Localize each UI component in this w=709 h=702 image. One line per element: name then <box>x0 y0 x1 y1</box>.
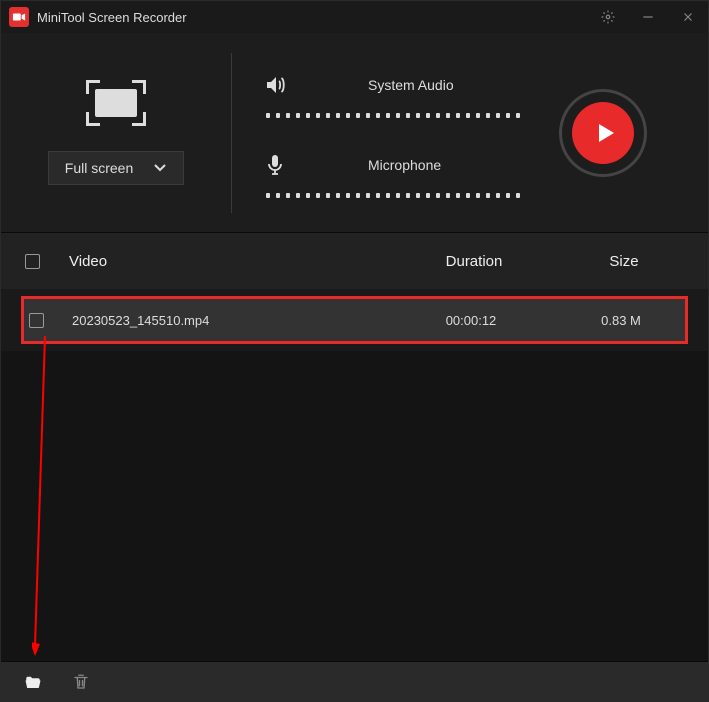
column-header-video: Video <box>61 253 384 270</box>
microphone-label: Microphone <box>368 157 441 173</box>
folder-icon <box>24 673 42 691</box>
delete-button[interactable] <box>71 672 91 692</box>
select-all-checkbox[interactable] <box>25 254 40 269</box>
microphone-control[interactable]: Microphone <box>262 153 548 198</box>
column-header-duration: Duration <box>384 253 564 270</box>
divider <box>231 53 232 213</box>
chevron-down-icon <box>153 163 167 173</box>
app-icon <box>9 7 29 27</box>
table-header: Video Duration Size <box>1 233 708 289</box>
system-audio-volume[interactable] <box>262 113 548 118</box>
minimize-icon <box>641 10 655 24</box>
region-mode-dropdown[interactable]: Full screen <box>48 151 184 185</box>
region-mode-label: Full screen <box>65 160 133 176</box>
open-folder-button[interactable] <box>23 672 43 692</box>
trash-icon <box>72 673 90 691</box>
window-title: MiniTool Screen Recorder <box>37 10 596 25</box>
column-header-size: Size <box>564 253 684 270</box>
settings-button[interactable] <box>596 5 620 29</box>
row-duration: 00:00:12 <box>381 313 561 328</box>
microphone-volume[interactable] <box>262 193 548 198</box>
close-button[interactable] <box>676 5 700 29</box>
bottom-toolbar <box>1 661 708 701</box>
row-size: 0.83 M <box>561 313 681 328</box>
region-selector-icon[interactable] <box>86 80 146 126</box>
speaker-icon <box>262 73 288 97</box>
table-row[interactable]: 20230523_145510.mp4 00:00:12 0.83 M <box>21 296 688 344</box>
microphone-icon <box>262 153 288 177</box>
record-button[interactable] <box>559 89 647 177</box>
play-icon <box>593 121 617 145</box>
row-checkbox[interactable] <box>29 313 44 328</box>
system-audio-control[interactable]: System Audio <box>262 73 548 118</box>
empty-space <box>1 351 708 661</box>
title-bar: MiniTool Screen Recorder <box>1 1 708 33</box>
minimize-button[interactable] <box>636 5 660 29</box>
system-audio-label: System Audio <box>368 77 454 93</box>
gear-icon <box>601 10 615 24</box>
row-video-name: 20230523_145510.mp4 <box>64 313 381 328</box>
control-panel: Full screen System Audio Microphone <box>1 33 708 233</box>
close-icon <box>681 10 695 24</box>
